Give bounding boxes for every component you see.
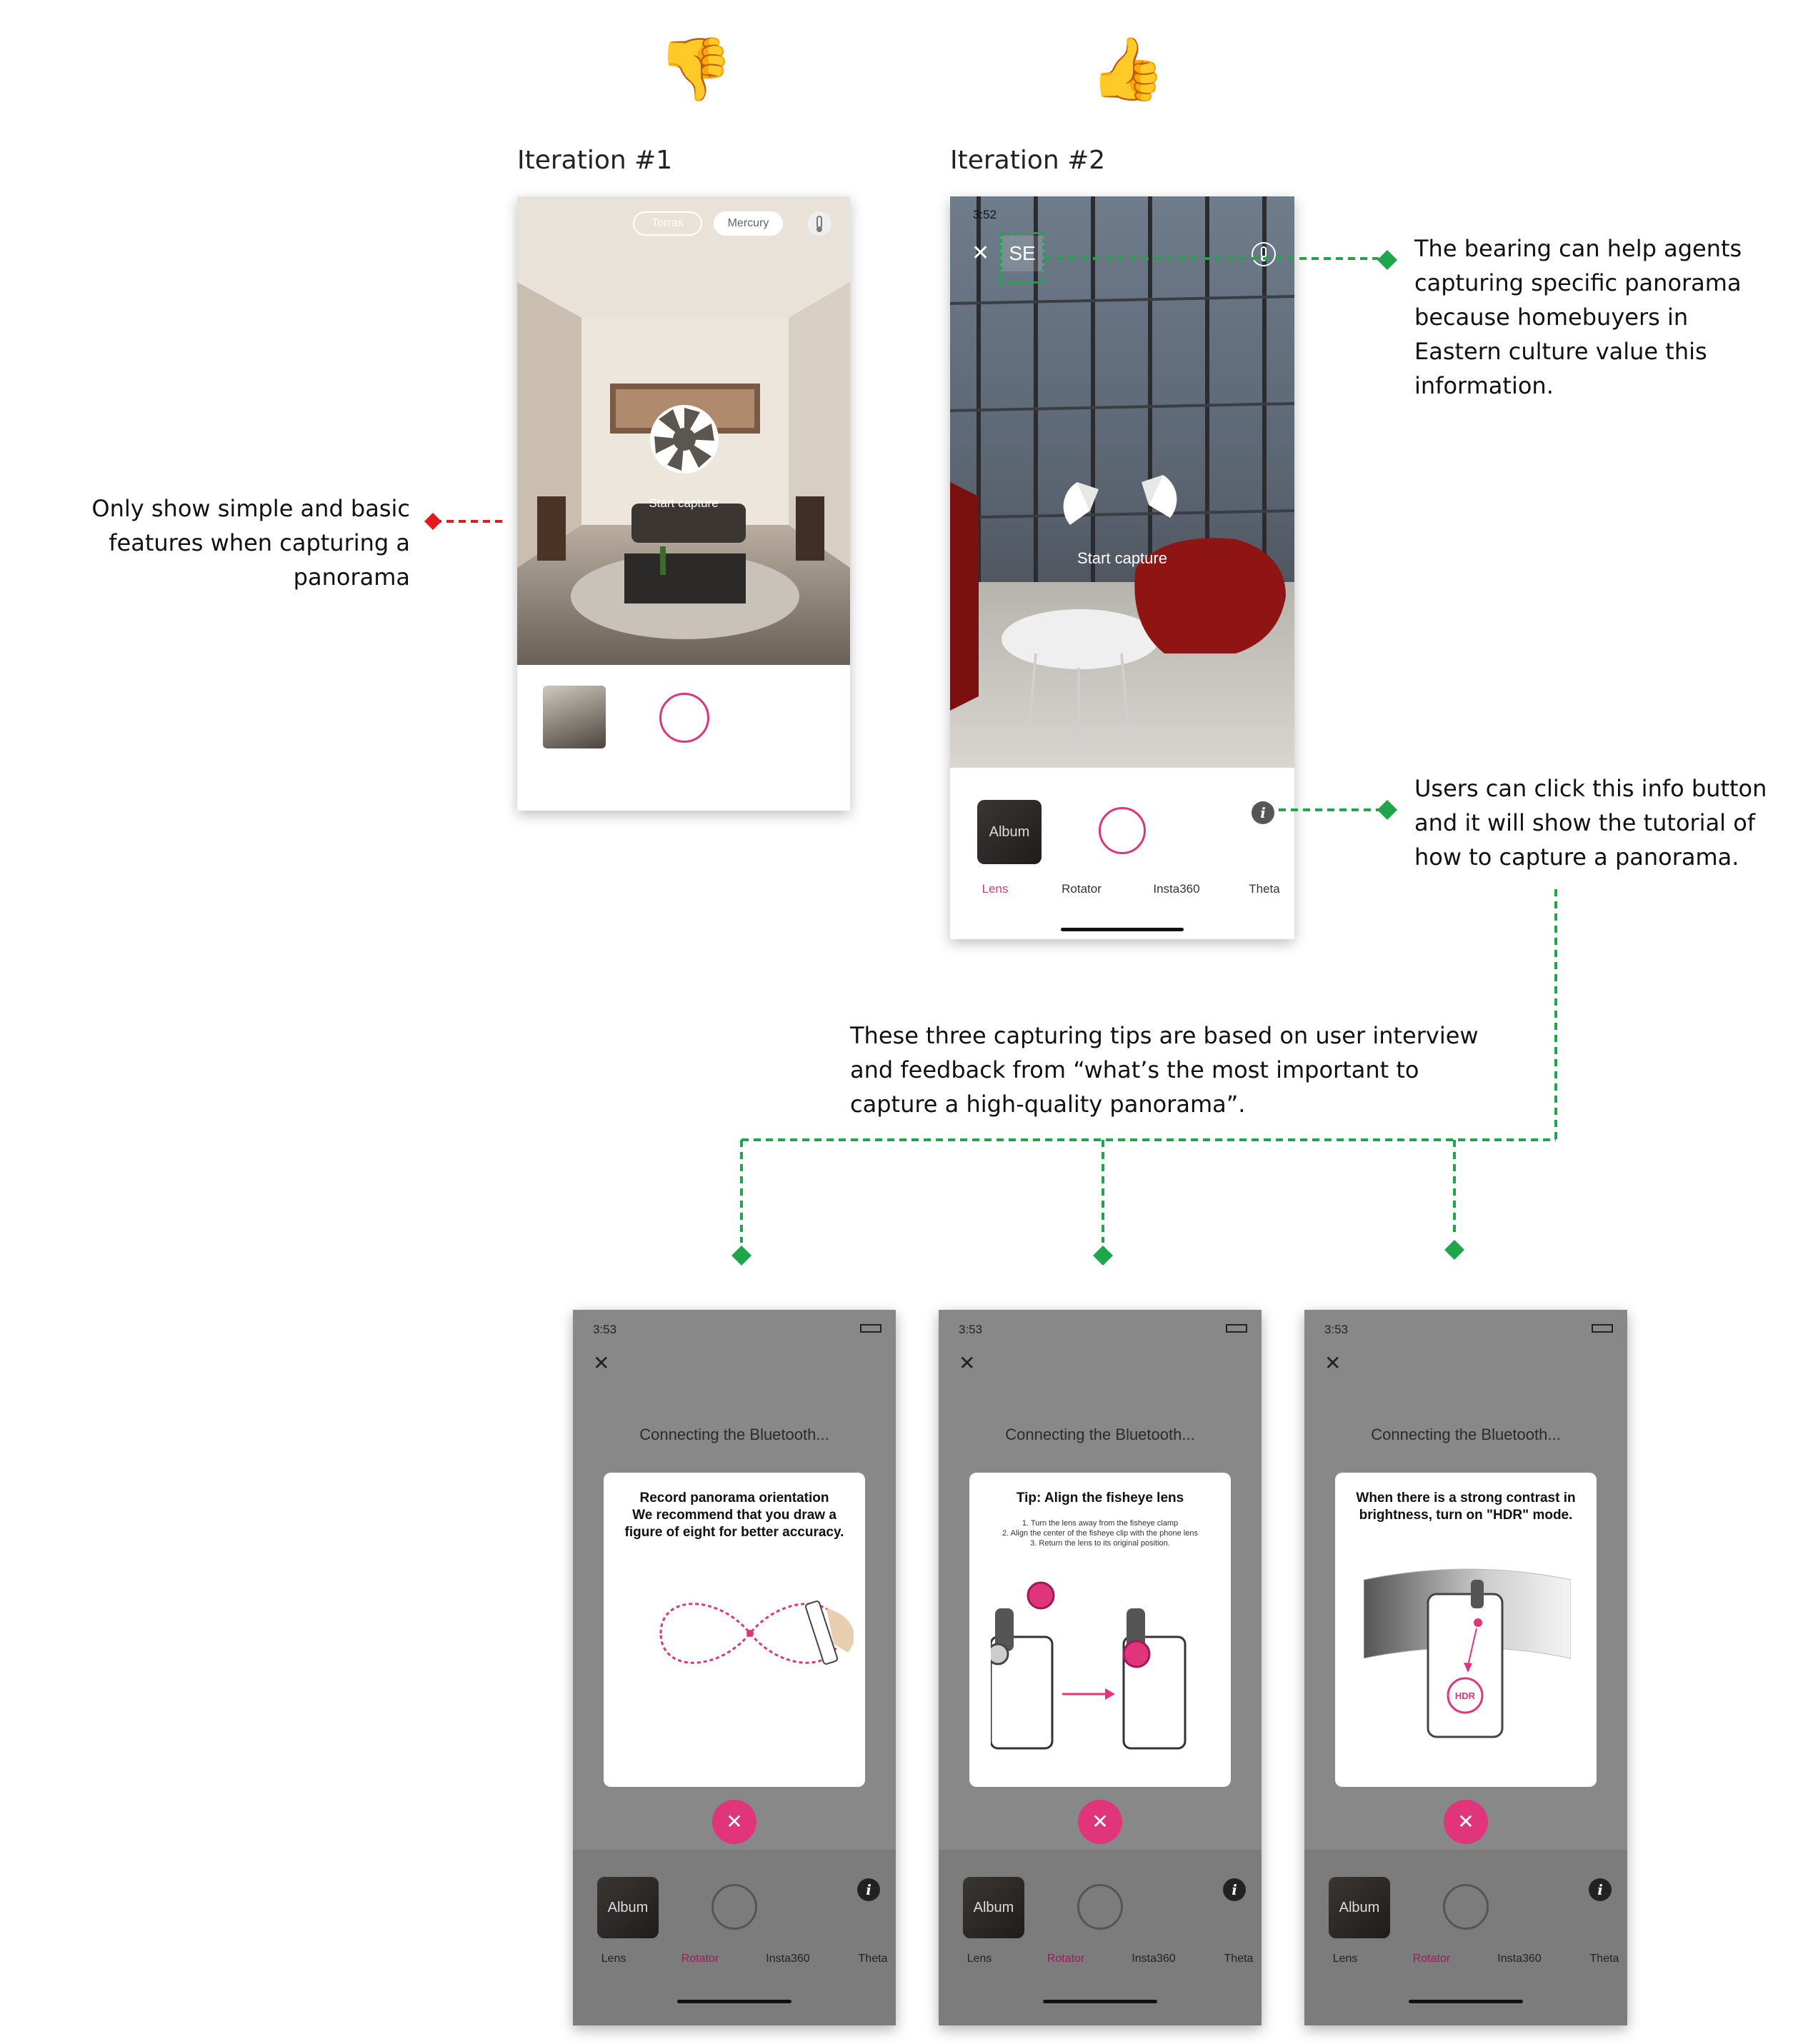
shutter-button[interactable]: [1443, 1884, 1489, 1930]
album-thumbnail[interactable]: Album: [597, 1877, 659, 1938]
tip-screen-orientation: 3:53 ✕ Connecting the Bluetooth... Recor…: [573, 1310, 896, 2025]
dismiss-tip-button[interactable]: ✕: [1444, 1800, 1488, 1844]
tip-card: Record panorama orientation We recommend…: [604, 1473, 865, 1787]
status-time: 3:53: [1324, 1323, 1349, 1336]
note-line: capture a high-quality panorama”.: [850, 1091, 1246, 1118]
status-time: 3:53: [593, 1323, 617, 1336]
info-icon[interactable]: i: [857, 1878, 880, 1901]
tab-theta[interactable]: Theta: [1582, 1953, 1627, 1965]
note-bearing: The bearing can help agents capturing sp…: [1414, 231, 1786, 403]
album-thumbnail[interactable]: Album: [1329, 1877, 1390, 1938]
info-icon[interactable]: i: [1589, 1878, 1612, 1901]
tab-theta[interactable]: Theta: [1216, 1953, 1262, 1965]
fisheye-align-illustration: [991, 1581, 1187, 1750]
note-line: Users can click this info button: [1414, 775, 1767, 802]
info-icon[interactable]: i: [1223, 1878, 1246, 1901]
home-indicator: [1043, 2000, 1157, 2003]
note-line: panorama: [293, 563, 410, 591]
tab-rotator[interactable]: Rotator: [1403, 1953, 1460, 1965]
tab-insta360[interactable]: Insta360: [756, 1953, 820, 1965]
note-line: features when capturing a: [109, 529, 410, 556]
tip-screen-hdr: 3:53 ✕ Connecting the Bluetooth... When …: [1304, 1310, 1627, 2025]
dismiss-tip-button[interactable]: ✕: [712, 1800, 756, 1844]
album-thumbnail[interactable]: Album: [963, 1877, 1024, 1938]
tab-lens[interactable]: Lens: [1320, 1953, 1370, 1965]
note-line: capturing specific panorama: [1414, 269, 1742, 296]
note-line: how to capture a panorama.: [1414, 843, 1739, 871]
tip-screen-fisheye: 3:53 ✕ Connecting the Bluetooth... Tip: …: [939, 1310, 1262, 2025]
hdr-label: HDR: [1455, 1690, 1476, 1701]
connecting-label: Connecting the Bluetooth...: [639, 1426, 829, 1443]
tab-rotator[interactable]: Rotator: [671, 1953, 729, 1965]
note-line: information.: [1414, 372, 1554, 399]
tip-title-line: brightness, turn on "HDR" mode.: [1359, 1508, 1573, 1523]
tip-title-line: figure of eight for better accuracy.: [624, 1525, 844, 1540]
dismiss-tip-button[interactable]: ✕: [1078, 1800, 1122, 1844]
tip-card: When there is a strong contrast in brigh…: [1335, 1473, 1597, 1787]
note-line: These three capturing tips are based on …: [850, 1022, 1479, 1049]
note-capturing-tips: These three capturing tips are based on …: [850, 1018, 1564, 1121]
connecting-label: Connecting the Bluetooth...: [1371, 1426, 1561, 1443]
tab-insta360[interactable]: Insta360: [1487, 1953, 1552, 1965]
tip-step-line: 2. Align the center of the fisheye clip …: [1002, 1529, 1198, 1538]
figure-eight-illustration: [659, 1600, 854, 1665]
note-line: because homebuyers in: [1414, 304, 1689, 331]
tip-card: Tip: Align the fisheye lens 1. Turn the …: [969, 1473, 1231, 1787]
tab-lens[interactable]: Lens: [954, 1953, 1004, 1965]
shutter-button[interactable]: [711, 1884, 757, 1930]
note-simple-features: Only show simple and basic features when…: [43, 491, 410, 594]
tip-title-line: Record panorama orientation: [639, 1491, 829, 1506]
tip-step-line: 1. Turn the lens away from the fisheye c…: [1022, 1519, 1179, 1528]
tab-insta360[interactable]: Insta360: [1122, 1953, 1186, 1965]
tab-lens[interactable]: Lens: [589, 1953, 639, 1965]
tip-title-line: When there is a strong contrast in: [1356, 1491, 1576, 1506]
close-icon[interactable]: ✕: [1324, 1351, 1341, 1375]
note-info-button: Users can click this info button and it …: [1414, 771, 1786, 874]
tab-rotator[interactable]: Rotator: [1037, 1953, 1094, 1965]
tip-title-line: Tip: Align the fisheye lens: [1016, 1491, 1184, 1506]
shutter-button[interactable]: [1077, 1884, 1123, 1930]
note-line: and it will show the tutorial of: [1414, 809, 1756, 836]
tip-step-line: 3. Return the lens to its original posit…: [1030, 1539, 1170, 1548]
note-line: Eastern culture value this: [1414, 338, 1707, 365]
battery-icon: [1226, 1324, 1247, 1333]
status-time: 3:53: [959, 1323, 983, 1336]
home-indicator: [677, 2000, 791, 2003]
tab-theta[interactable]: Theta: [850, 1953, 896, 1965]
home-indicator: [1409, 2000, 1523, 2003]
close-icon[interactable]: ✕: [593, 1351, 609, 1375]
note-line: and feedback from “what’s the most impor…: [850, 1056, 1419, 1083]
tip-title-line: We recommend that you draw a: [632, 1508, 836, 1523]
hdr-illustration: HDR: [1364, 1568, 1571, 1738]
close-icon[interactable]: ✕: [959, 1351, 975, 1375]
connecting-label: Connecting the Bluetooth...: [1005, 1426, 1195, 1443]
battery-icon: [1592, 1324, 1613, 1333]
note-line: The bearing can help agents: [1414, 235, 1742, 262]
battery-icon: [860, 1324, 881, 1333]
note-line: Only show simple and basic: [91, 495, 410, 522]
